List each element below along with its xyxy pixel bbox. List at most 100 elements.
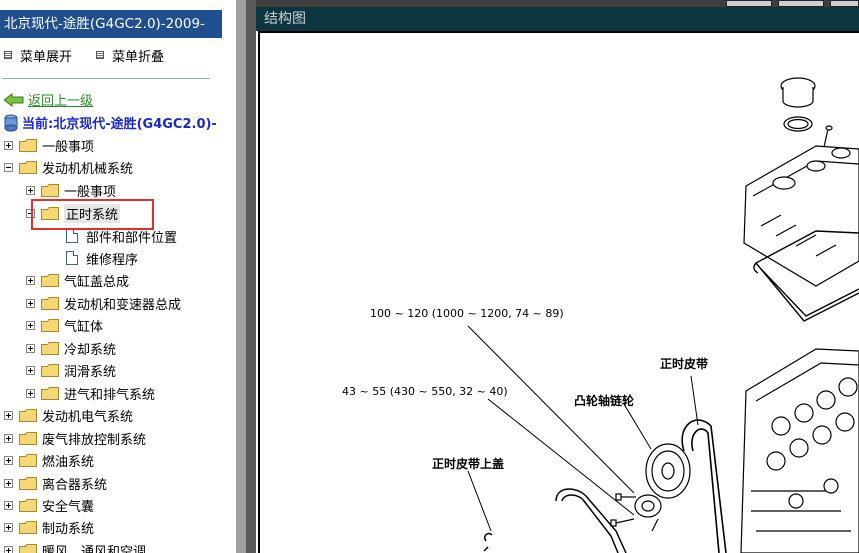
tree-item-label: 发动机和变速器总成: [64, 297, 182, 313]
tree-item-label: 冷却系统: [64, 342, 117, 358]
folder-icon: [19, 520, 37, 534]
expand-icon[interactable]: [4, 455, 13, 465]
tree-item-brake[interactable]: 制动系统: [4, 517, 94, 537]
engine-timing-diagram: 100 ~ 120 (1000 ~ 1200, 74 ~ 89) 43 ~ 55…: [342, 77, 859, 553]
tree-item-label: 安全气囊: [42, 499, 95, 515]
expand-icon[interactable]: [4, 478, 13, 488]
tree-item-label: 废气排放控制系统: [42, 432, 147, 448]
tree-item-cylinder-block[interactable]: 气缸体: [26, 315, 103, 335]
tree-item-label: 气缸盖总成: [64, 274, 130, 290]
panel-splitter-edge: [246, 0, 256, 553]
toolbar-button[interactable]: [830, 0, 859, 7]
folder-icon: [19, 431, 37, 445]
tree-item-label: 燃油系统: [42, 454, 95, 470]
expand-icon[interactable]: [4, 522, 13, 532]
tree-item-label: 气缸体: [64, 319, 104, 335]
tree-item-engine-transmission[interactable]: 发动机和变速器总成: [26, 293, 181, 313]
database-icon: [4, 114, 18, 131]
menu-icon: [4, 51, 12, 59]
expand-icon[interactable]: [4, 410, 13, 420]
tree-item-label: 离合器系统: [42, 477, 108, 493]
tree-item-label: 发动机电气系统: [42, 409, 134, 425]
expand-icon[interactable]: [26, 343, 35, 353]
tree-item-engine-mechanical[interactable]: 发动机机械系统: [4, 157, 133, 177]
current-location: 当前:北京现代-途胜(G4GC2.0)-: [4, 113, 217, 132]
menu-collapse-label: 菜单折叠: [112, 49, 165, 65]
expand-icon[interactable]: [4, 140, 13, 150]
left-nav-panel: 北京现代-途胜(G4GC2.0)-2009- 菜单展开 菜单折叠 返回上一级 当…: [0, 0, 222, 553]
selection-highlight-box: [31, 199, 154, 230]
folder-open-icon: [19, 160, 37, 174]
document-icon: [66, 229, 78, 243]
oil-filler-cap-drawing: [780, 77, 816, 132]
collapse-icon[interactable]: [4, 162, 13, 172]
toolbar-button[interactable]: [778, 0, 824, 7]
menu-expand-button[interactable]: 菜单展开: [4, 46, 73, 65]
current-location-label: 当前:北京现代-途胜(G4GC2.0)-: [22, 117, 217, 132]
cylinder-head-drawing: [740, 348, 859, 553]
tree-item-label: 维修程序: [86, 252, 139, 268]
folder-icon: [41, 341, 59, 355]
menu-icon: [96, 51, 104, 59]
folder-icon: [41, 386, 59, 400]
folder-icon: [19, 543, 37, 553]
expand-icon[interactable]: [26, 365, 35, 375]
tree-item-cylinder-head[interactable]: 气缸盖总成: [26, 270, 129, 290]
expand-icon[interactable]: [4, 545, 13, 553]
folder-icon: [41, 296, 59, 310]
timing-belt-label: 正时皮带: [660, 356, 708, 371]
tree-item-label: 进气和排气系统: [64, 387, 156, 403]
tree-item-general[interactable]: 一般事项: [4, 135, 94, 155]
menu-collapse-button[interactable]: 菜单折叠: [96, 46, 165, 65]
tree-item-label: 制动系统: [42, 521, 95, 537]
timing-belt-upper-cover-drawing: [483, 488, 627, 553]
folder-icon: [19, 138, 37, 152]
tree-item-clutch[interactable]: 离合器系统: [4, 473, 107, 493]
timing-belt-drawing: [681, 419, 727, 553]
tree-item-label: 润滑系统: [64, 364, 117, 380]
tree-item-hvac[interactable]: 暖风、通风和空调: [4, 540, 146, 553]
tree-item-fuel[interactable]: 燃油系统: [4, 450, 94, 470]
menu-expand-label: 菜单展开: [20, 49, 73, 65]
window-title: 北京现代-途胜(G4GC2.0)-2009-: [0, 10, 222, 38]
expand-icon[interactable]: [26, 275, 35, 285]
tree-item-lubrication[interactable]: 润滑系统: [26, 360, 116, 380]
tree-item-repair-procedure[interactable]: 维修程序: [62, 248, 138, 268]
splitter-gap: [222, 0, 236, 553]
diagram-header: 结构图: [256, 7, 859, 31]
expand-icon[interactable]: [26, 185, 35, 195]
tree-item-label: 发动机机械系统: [42, 161, 134, 177]
folder-icon: [41, 318, 59, 332]
rocker-cover-drawing: [743, 145, 859, 287]
tree-item-engine-electrical[interactable]: 发动机电气系统: [4, 405, 133, 425]
back-link[interactable]: 返回上一级: [4, 90, 93, 109]
upper-cover-label: 正时皮带上盖: [432, 456, 504, 471]
folder-icon: [41, 183, 59, 197]
folder-icon: [19, 408, 37, 422]
camshaft-sprocket-label: 凸轮轴链轮: [574, 393, 635, 408]
folder-icon: [19, 498, 37, 512]
tree-item-airbag[interactable]: 安全气囊: [4, 495, 94, 515]
tree-item-general-sub[interactable]: 一般事项: [26, 180, 116, 200]
folder-icon: [19, 476, 37, 490]
document-icon: [66, 251, 78, 265]
toolbar-button[interactable]: [726, 0, 772, 7]
tree-item-label: 一般事项: [42, 139, 95, 155]
folder-icon: [41, 363, 59, 377]
torque-spec-1: 100 ~ 120 (1000 ~ 1200, 74 ~ 89): [370, 307, 564, 320]
back-link-label: 返回上一级: [28, 94, 94, 109]
tree-item-intake-exhaust[interactable]: 进气和排气系统: [26, 383, 155, 403]
expand-icon[interactable]: [26, 320, 35, 330]
torque-spec-2: 43 ~ 55 (430 ~ 550, 32 ~ 40): [342, 385, 508, 398]
folder-icon: [41, 273, 59, 287]
folder-icon: [19, 453, 37, 467]
expand-icon[interactable]: [4, 500, 13, 510]
back-arrow-icon: [4, 92, 24, 107]
tree-item-emission[interactable]: 废气排放控制系统: [4, 428, 146, 448]
tree-item-cooling[interactable]: 冷却系统: [26, 338, 116, 358]
expand-icon[interactable]: [4, 433, 13, 443]
expand-icon[interactable]: [26, 388, 35, 398]
tree-item-label: 暖风、通风和空调: [42, 544, 147, 553]
expand-icon[interactable]: [26, 298, 35, 308]
diagram-panel: 结构图 100 ~ 120 (1000 ~ 1200, 74 ~ 89) 43 …: [256, 0, 859, 553]
